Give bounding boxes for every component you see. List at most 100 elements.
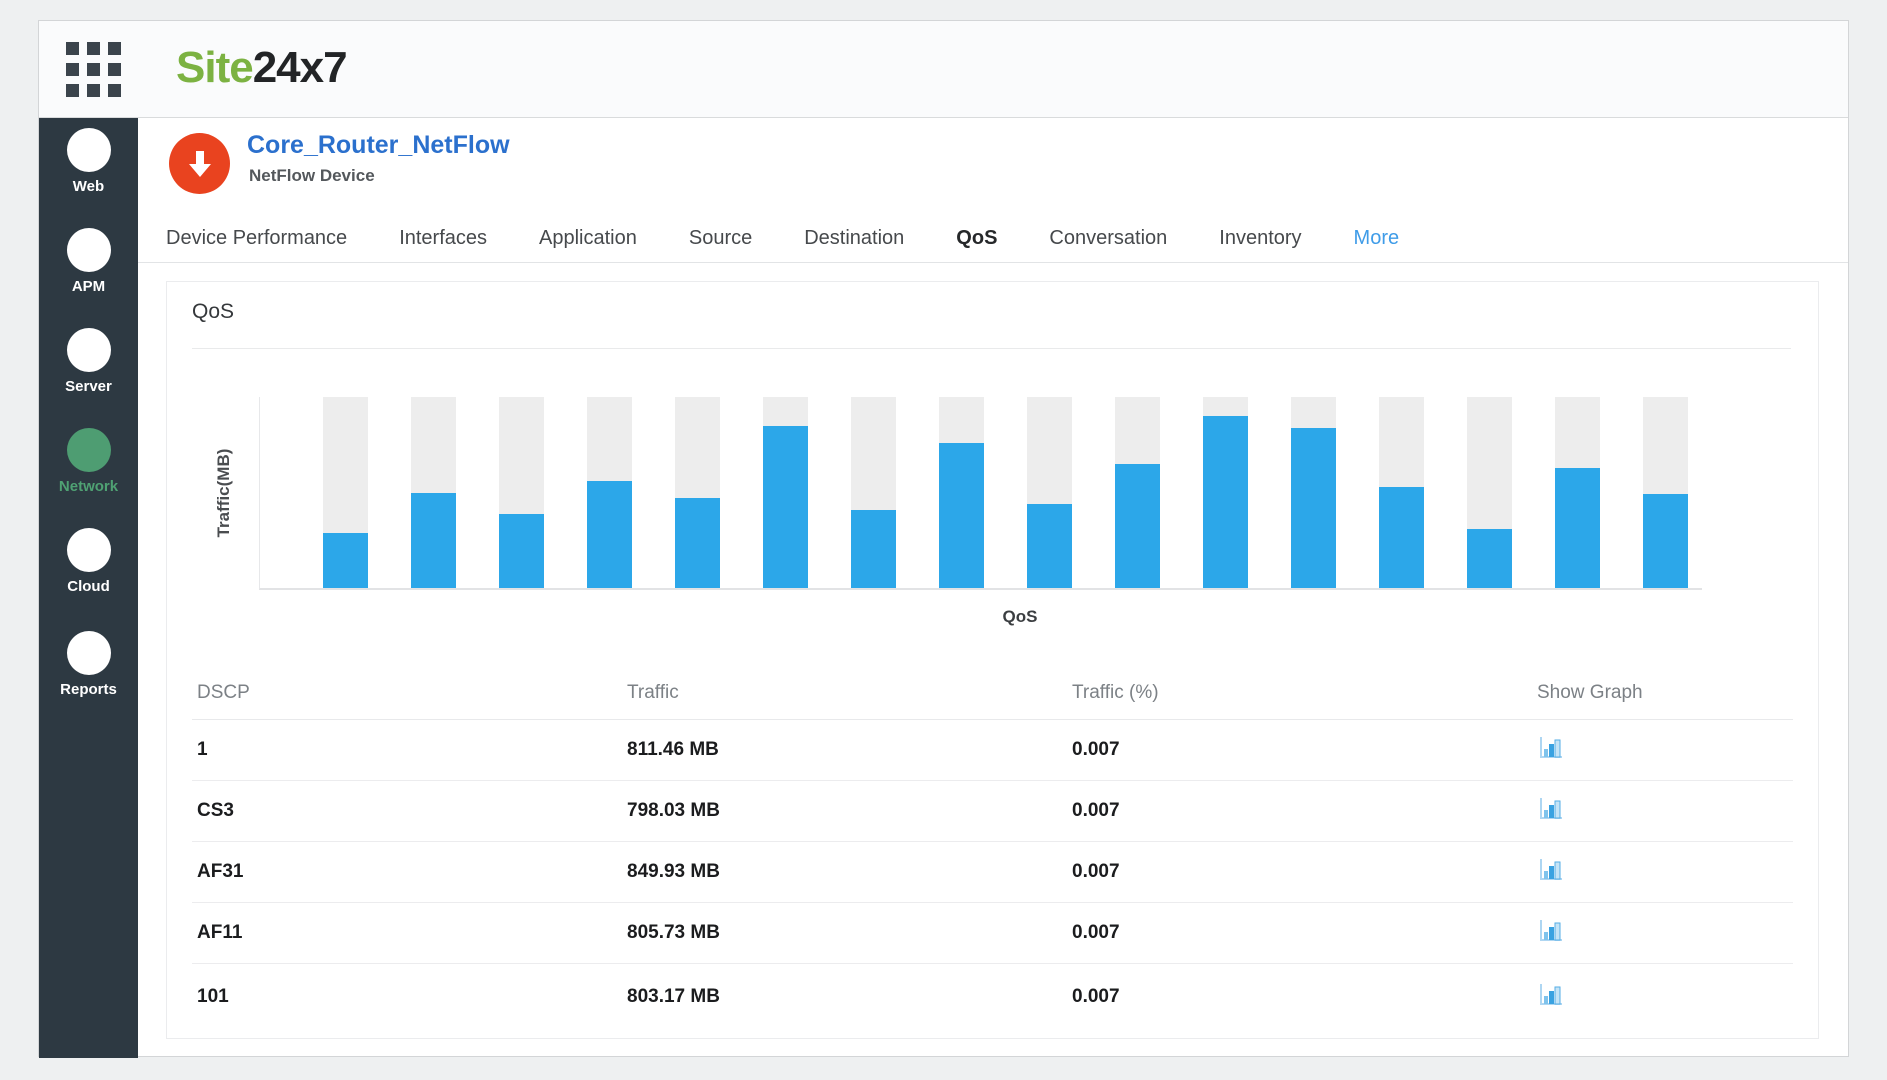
show-graph-icon[interactable] [1537, 857, 1564, 882]
panel-title-divider [192, 348, 1791, 349]
bar-value[interactable] [763, 426, 808, 588]
tab-interfaces[interactable]: Interfaces [399, 227, 487, 250]
sidebar-item-network[interactable]: Network [39, 428, 138, 495]
bar-value[interactable] [1027, 504, 1072, 588]
sidebar-item-label: Cloud [39, 578, 138, 595]
bar-value[interactable] [411, 493, 456, 589]
show-graph-button[interactable] [1537, 918, 1564, 943]
panel-title: QoS [192, 300, 234, 324]
cell-traffic: 803.17 MB [627, 986, 1072, 1008]
server-module-icon [67, 328, 111, 372]
sidebar-nav: Web APM Server Network Cloud Reports [39, 118, 138, 1058]
show-graph-button[interactable] [1537, 735, 1564, 760]
table-body: 1811.46 MB0.007CS3798.03 MB0.007AF31849.… [192, 720, 1793, 1030]
cell-show-graph [1537, 735, 1787, 765]
bar-value[interactable] [851, 510, 896, 588]
chart-bar-group [1379, 397, 1424, 588]
tab-destination[interactable]: Destination [804, 227, 904, 250]
page: Site24x7 Web APM Server Network Cloud Reports… [0, 0, 1887, 1080]
web-module-icon [67, 128, 111, 172]
site24x7-logo[interactable]: Site24x7 [176, 43, 347, 93]
table-row: 1811.46 MB0.007 [192, 720, 1793, 781]
chart-bar-group [1115, 397, 1160, 588]
cell-show-graph [1537, 857, 1787, 887]
show-graph-icon[interactable] [1537, 918, 1564, 943]
bar-value[interactable] [1379, 487, 1424, 588]
bar-value[interactable] [587, 481, 632, 588]
tab-source[interactable]: Source [689, 227, 752, 250]
cell-traffic-pct: 0.007 [1072, 800, 1537, 822]
sidebar-item-label: Server [39, 378, 138, 395]
tab-conversation[interactable]: Conversation [1049, 227, 1167, 250]
show-graph-button[interactable] [1537, 857, 1564, 882]
chart-bar-group [1291, 397, 1336, 588]
sidebar-item-cloud[interactable]: Cloud [39, 528, 138, 595]
device-title[interactable]: Core_Router_NetFlow [247, 131, 510, 160]
cell-traffic-pct: 0.007 [1072, 986, 1537, 1008]
chart-bar-group [499, 397, 544, 588]
chart-x-axis-label: QoS [960, 607, 1080, 627]
bar-value[interactable] [1203, 416, 1248, 588]
tab-application[interactable]: Application [539, 227, 637, 250]
bar-value[interactable] [675, 498, 720, 588]
cell-traffic-pct: 0.007 [1072, 922, 1537, 944]
cell-dscp: CS3 [192, 800, 627, 822]
show-graph-button[interactable] [1537, 796, 1564, 821]
sidebar-item-web[interactable]: Web [39, 128, 138, 195]
show-graph-button[interactable] [1537, 982, 1564, 1007]
cell-traffic-pct: 0.007 [1072, 739, 1537, 761]
app-window: Site24x7 Web APM Server Network Cloud Reports… [38, 20, 1849, 1057]
cell-traffic: 811.46 MB [627, 739, 1072, 761]
sidebar-item-label: APM [39, 278, 138, 295]
show-graph-icon[interactable] [1537, 735, 1564, 760]
app-grid-menu-icon[interactable] [66, 42, 121, 97]
bar-value[interactable] [1467, 529, 1512, 588]
cell-dscp: AF11 [192, 922, 627, 944]
tab-more[interactable]: More [1354, 227, 1400, 250]
tab-device-performance[interactable]: Device Performance [166, 227, 347, 250]
table-row: CS3798.03 MB0.007 [192, 781, 1793, 842]
cell-dscp: 101 [192, 986, 627, 1008]
cell-traffic: 798.03 MB [627, 800, 1072, 822]
down-arrow-icon [187, 149, 213, 179]
chart-bar-group [1027, 397, 1072, 588]
chart-bar-group [1555, 397, 1600, 588]
bar-value[interactable] [499, 514, 544, 588]
chart-bar-group [411, 397, 456, 588]
qos-bar-chart: Traffic(MB) QoS [259, 397, 1702, 590]
show-graph-icon[interactable] [1537, 796, 1564, 821]
reports-module-icon [67, 631, 111, 675]
sidebar-item-label: Reports [39, 681, 138, 698]
bar-value[interactable] [1555, 468, 1600, 588]
bar-value[interactable] [939, 443, 984, 588]
bar-value[interactable] [323, 533, 368, 588]
cell-traffic: 849.93 MB [627, 861, 1072, 883]
table-header-row: DSCP Traffic Traffic (%) Show Graph [192, 667, 1793, 720]
sidebar-item-label: Web [39, 178, 138, 195]
tab-bar: Device Performance Interfaces Application S… [138, 215, 1848, 263]
sidebar-item-server[interactable]: Server [39, 328, 138, 395]
bar-value[interactable] [1291, 428, 1336, 588]
show-graph-icon[interactable] [1537, 982, 1564, 1007]
bar-value[interactable] [1115, 464, 1160, 588]
table-row: 101803.17 MB0.007 [192, 964, 1793, 1030]
cell-dscp: 1 [192, 739, 627, 761]
sidebar-item-reports[interactable]: Reports [39, 631, 138, 698]
column-header-traffic-pct: Traffic (%) [1072, 682, 1537, 704]
chart-bar-group [1467, 397, 1512, 588]
sidebar-item-label: Network [39, 478, 138, 495]
column-header-traffic: Traffic [627, 682, 1072, 704]
chart-bar-group [851, 397, 896, 588]
sidebar-item-apm[interactable]: APM [39, 228, 138, 295]
chart-bar-group [587, 397, 632, 588]
chart-bar-group [763, 397, 808, 588]
tab-qos[interactable]: QoS [956, 227, 997, 250]
cell-show-graph [1537, 982, 1787, 1012]
table-row: AF31849.93 MB0.007 [192, 842, 1793, 903]
table-row: AF11805.73 MB0.007 [192, 903, 1793, 964]
logo-text-dark: 24x7 [253, 43, 347, 92]
network-module-icon [67, 428, 111, 472]
tab-inventory[interactable]: Inventory [1219, 227, 1301, 250]
bar-value[interactable] [1643, 494, 1688, 588]
chart-bar-group [939, 397, 984, 588]
